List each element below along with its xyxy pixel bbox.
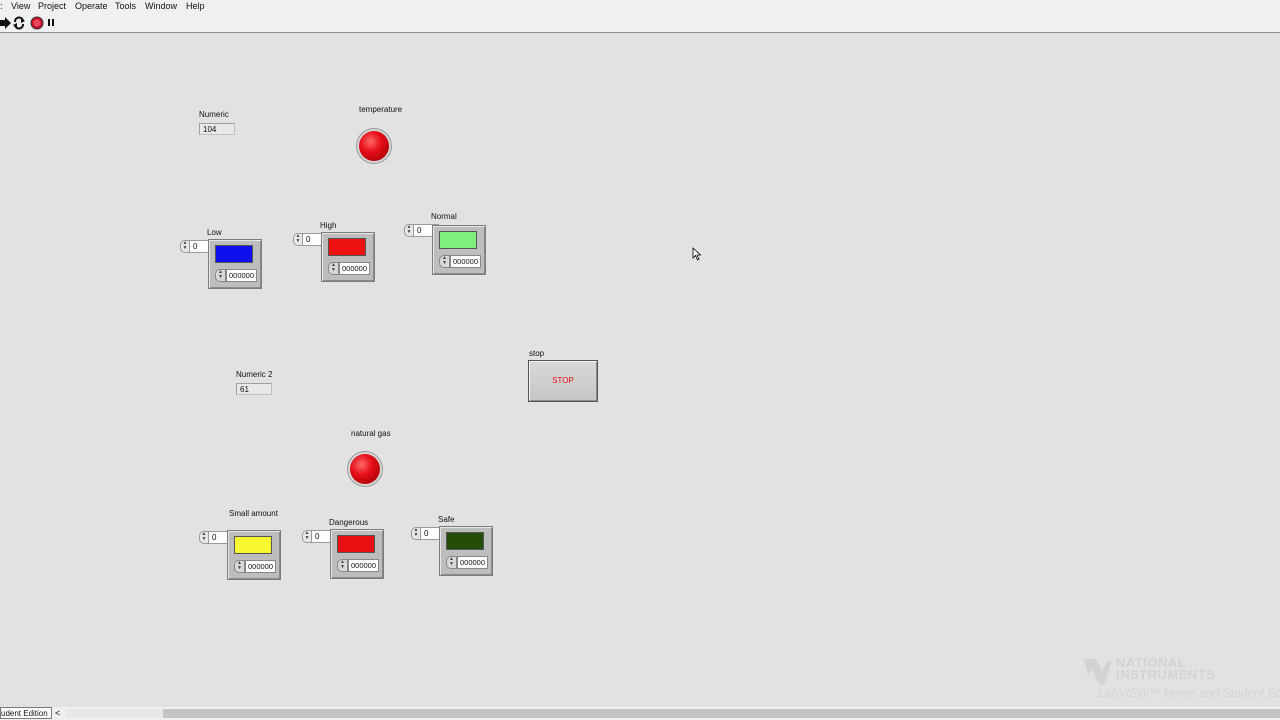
stop-button[interactable]: STOP: [528, 360, 598, 402]
safe-color-swatch: [446, 532, 484, 550]
safe-hex-value[interactable]: 000000: [457, 556, 488, 569]
normal-color-box[interactable]: ▲ ▼ 000000: [432, 225, 486, 275]
ni-watermark-logo: NATIONAL INSTRUMENTS LabVIEW™ Home and S…: [1082, 655, 1280, 705]
abort-icon[interactable]: [30, 16, 44, 30]
normal-label: Normal: [431, 212, 457, 221]
high-label: High: [320, 221, 337, 230]
spin-arrows-icon[interactable]: ▲ ▼: [328, 262, 339, 275]
menu-item-window[interactable]: Window: [145, 0, 177, 13]
low-label: Low: [207, 228, 222, 237]
low-hex-value[interactable]: 000000: [226, 269, 257, 282]
small-amount-color-box[interactable]: ▲ ▼ 000000: [227, 530, 281, 580]
high-hex-value[interactable]: 000000: [339, 262, 370, 275]
safe-label: Safe: [438, 515, 455, 524]
low-color-box[interactable]: ▲ ▼ 000000: [208, 239, 262, 289]
ni-logo-line2: INSTRUMENTS: [1116, 667, 1216, 682]
small-amount-label: Small amount: [229, 509, 278, 518]
ni-eagle-icon: [1084, 659, 1112, 685]
high-color-swatch: [328, 238, 366, 256]
stop-label: stop: [529, 349, 545, 358]
spin-arrows-icon[interactable]: ▲ ▼: [302, 530, 312, 543]
temperature-led[interactable]: [359, 131, 389, 161]
high-color-box[interactable]: ▲ ▼ 000000: [321, 232, 375, 282]
low-color-swatch: [215, 245, 253, 263]
normal-hex-value[interactable]: 000000: [450, 255, 481, 268]
ni-logo-edition: LabVIEW™ Home and Student Edi: [1098, 686, 1280, 700]
front-panel: Numeric 104 temperature Low ▲ ▼ 0 ▲ ▼ 0000…: [0, 33, 1280, 707]
menu-bar: : View Project Operate Tools Window Help: [0, 0, 1280, 14]
dangerous-label: Dangerous: [329, 518, 369, 527]
temperature-label: temperature: [359, 105, 403, 114]
spin-arrows-icon[interactable]: ▲ ▼: [337, 559, 348, 572]
edition-label: udent Edition: [0, 707, 52, 719]
numeric-2-label: Numeric 2: [236, 370, 273, 379]
menu-item-help[interactable]: Help: [186, 0, 205, 13]
status-bar: udent Edition <: [0, 707, 1280, 720]
horizontal-scrollbar[interactable]: [66, 709, 1280, 718]
natural-gas-led[interactable]: [350, 454, 380, 484]
toolbar: [0, 14, 1280, 33]
menu-item-edit-partial[interactable]: :: [0, 0, 3, 13]
spin-arrows-icon[interactable]: ▲ ▼: [439, 255, 450, 268]
normal-color-swatch: [439, 231, 477, 249]
safe-color-box[interactable]: ▲ ▼ 000000: [439, 526, 493, 576]
numeric-label: Numeric: [199, 110, 229, 119]
dangerous-hex-value[interactable]: 000000: [348, 559, 379, 572]
menu-item-project[interactable]: Project: [38, 0, 66, 13]
spin-arrows-icon[interactable]: ▲ ▼: [404, 224, 414, 237]
scroll-left-arrow[interactable]: <: [55, 707, 60, 719]
spin-arrows-icon[interactable]: ▲ ▼: [411, 527, 421, 540]
spin-arrows-icon[interactable]: ▲ ▼: [199, 531, 209, 544]
spin-arrows-icon[interactable]: ▲ ▼: [293, 233, 303, 246]
spin-arrows-icon[interactable]: ▲ ▼: [234, 560, 245, 573]
menu-item-view[interactable]: View: [11, 0, 30, 13]
spin-arrows-icon[interactable]: ▲ ▼: [446, 556, 457, 569]
small-amount-hex-value[interactable]: 000000: [245, 560, 276, 573]
menu-item-tools[interactable]: Tools: [115, 0, 136, 13]
natural-gas-label: natural gas: [351, 429, 391, 438]
run-continuously-icon[interactable]: [12, 16, 26, 30]
small-amount-color-swatch: [234, 536, 272, 554]
pause-icon[interactable]: [46, 16, 60, 30]
spin-arrows-icon[interactable]: ▲ ▼: [180, 240, 190, 253]
spin-arrows-icon[interactable]: ▲ ▼: [215, 269, 226, 282]
dangerous-color-box[interactable]: ▲ ▼ 000000: [330, 529, 384, 579]
numeric-2-indicator: 61: [236, 383, 272, 395]
menu-item-operate[interactable]: Operate: [75, 0, 108, 13]
numeric-indicator: 104: [199, 123, 235, 135]
scrollbar-thumb[interactable]: [163, 709, 1280, 718]
dangerous-color-swatch: [337, 535, 375, 553]
mouse-cursor-icon: [692, 247, 702, 266]
